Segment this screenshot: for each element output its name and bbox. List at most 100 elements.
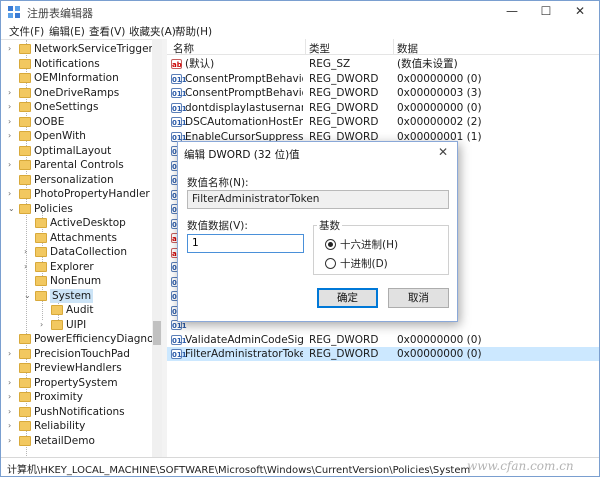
column-divider[interactable] xyxy=(393,39,394,55)
tree-item-label: RetailDemo xyxy=(34,434,95,447)
value-data-input[interactable]: 1 xyxy=(187,234,304,253)
value-data: 0x00000002 (2) xyxy=(397,116,482,128)
expand-arrow-icon[interactable]: › xyxy=(8,42,18,56)
menu-view[interactable]: 查看(V) xyxy=(89,24,125,39)
expand-arrow-icon[interactable]: › xyxy=(8,158,18,172)
expand-arrow-icon[interactable]: › xyxy=(8,129,18,143)
tree-item[interactable]: › UIPI xyxy=(40,318,151,332)
tree-item[interactable]: › PrecisionTouchPad xyxy=(8,347,151,361)
tree-item[interactable]: › OpenWith xyxy=(8,129,151,143)
tree-item[interactable]: Attachments xyxy=(35,231,151,245)
folder-icon xyxy=(19,348,31,359)
expand-arrow-icon[interactable]: › xyxy=(24,260,34,274)
tree-item[interactable]: › OneSettings xyxy=(8,100,151,114)
tree-item-label: Reliability xyxy=(34,420,86,432)
tree-item[interactable]: OptimalLayout xyxy=(19,144,151,158)
tree-item[interactable]: ⌄ System xyxy=(24,288,151,303)
tree-item-label: ActiveDesktop xyxy=(50,217,126,229)
folder-icon xyxy=(51,305,63,315)
window-title: 注册表编辑器 xyxy=(27,7,93,20)
dialog-close-icon[interactable]: ✕ xyxy=(438,145,448,159)
tree-item[interactable]: › RetailDemo xyxy=(8,434,151,448)
tree-item[interactable]: › DataCollection xyxy=(24,245,151,259)
dec-radio-label[interactable]: 十进制(D) xyxy=(340,256,388,271)
minimize-icon[interactable]: — xyxy=(495,1,529,23)
tree-item[interactable]: › PhotoPropertyHandler xyxy=(8,187,151,201)
expand-arrow-icon[interactable]: › xyxy=(40,318,50,332)
value-row[interactable]: ab (默认) REG_SZ (数值未设置) xyxy=(167,57,599,71)
value-row[interactable]: 011DSCAutomationHostEnabled REG_DWORD 0x00… xyxy=(167,115,599,129)
title-bar[interactable]: 注册表编辑器 — ☐ ✕ xyxy=(1,1,599,23)
expand-arrow-icon[interactable]: › xyxy=(8,347,18,361)
folder-icon xyxy=(19,102,31,112)
tree-item[interactable]: › PropertySystem xyxy=(8,376,151,390)
folder-icon xyxy=(51,319,63,330)
ok-button[interactable]: 确定 xyxy=(317,288,378,308)
folder-icon xyxy=(19,363,31,373)
tree-item[interactable]: › Proximity xyxy=(8,390,151,404)
expand-arrow-icon[interactable]: › xyxy=(8,376,18,390)
tree-item[interactable]: › PushNotifications xyxy=(8,405,151,419)
column-data-header[interactable]: 数据 xyxy=(397,41,418,56)
value-row[interactable]: 011 FilterAdministratorToken REG_DWORD 0x00… xyxy=(167,347,599,361)
tree-item[interactable]: › NetworkServiceTriggers xyxy=(8,42,158,56)
expand-arrow-icon[interactable]: › xyxy=(8,390,18,404)
tree-item[interactable]: Audit xyxy=(51,303,151,317)
close-icon[interactable]: ✕ xyxy=(563,1,597,23)
menu-favorites[interactable]: 收藏夹(A) xyxy=(129,24,176,39)
expand-arrow-icon[interactable]: › xyxy=(8,86,18,100)
menu-help[interactable]: 帮助(H) xyxy=(175,24,212,39)
tree-item[interactable]: NonEnum xyxy=(35,274,151,288)
binary-value-icon: 011 xyxy=(171,102,187,113)
tree-item-label: OEMInformation xyxy=(34,72,119,84)
tree-item[interactable]: ⌄ Policies xyxy=(8,202,151,216)
column-divider[interactable] xyxy=(305,39,306,55)
folder-icon xyxy=(35,290,47,301)
collapse-arrow-icon[interactable]: ⌄ xyxy=(8,202,18,216)
tree-item[interactable]: › Reliability xyxy=(8,419,151,433)
value-row[interactable]: 011ConsentPromptBehaviorUser REG_DWORD 0x0… xyxy=(167,86,599,100)
tree-item[interactable]: › OneDriveRamps xyxy=(8,86,151,100)
expand-arrow-icon[interactable]: › xyxy=(8,434,18,448)
cancel-button[interactable]: 取消 xyxy=(388,288,449,308)
folder-icon xyxy=(19,87,31,98)
registry-key-tree[interactable]: › NetworkServiceTriggers Notifications OEMI… xyxy=(1,39,162,457)
value-row[interactable]: 011dontdisplaylastusername REG_DWORD 0x000… xyxy=(167,101,599,115)
column-name-header[interactable]: 名称 xyxy=(173,41,194,56)
value-row[interactable]: 011ConsentPromptBehaviorAdmin REG_DWORD 0x… xyxy=(167,72,599,86)
tree-scrollbar-thumb[interactable] xyxy=(153,321,161,345)
tree-item[interactable]: ActiveDesktop xyxy=(35,216,151,230)
value-type: REG_DWORD xyxy=(309,72,379,85)
folder-icon xyxy=(19,421,31,431)
value-name: dontdisplaylastusername xyxy=(185,101,303,114)
value-name: DSCAutomationHostEnabled xyxy=(185,116,303,128)
maximize-icon[interactable]: ☐ xyxy=(529,1,563,23)
tree-item[interactable]: Personalization xyxy=(19,173,151,187)
collapse-arrow-icon[interactable]: ⌄ xyxy=(24,289,34,303)
tree-item[interactable]: PowerEfficiencyDiagnostics xyxy=(19,332,162,346)
value-name: ConsentPromptBehaviorUser xyxy=(185,87,303,99)
tree-item[interactable]: › OOBE xyxy=(8,115,151,129)
tree-item[interactable]: › Parental Controls xyxy=(8,158,151,172)
tree-item[interactable]: › Explorer xyxy=(24,260,151,274)
hex-radio[interactable] xyxy=(325,239,336,250)
tree-scrollbar[interactable] xyxy=(152,39,162,457)
folder-icon xyxy=(35,261,47,272)
expand-arrow-icon[interactable]: › xyxy=(8,100,18,114)
expand-arrow-icon[interactable]: › xyxy=(8,405,18,419)
column-type-header[interactable]: 类型 xyxy=(309,41,330,56)
tree-item[interactable]: PreviewHandlers xyxy=(19,361,151,375)
expand-arrow-icon[interactable]: › xyxy=(8,187,18,201)
menu-file[interactable]: 文件(F) xyxy=(9,24,44,39)
expand-arrow-icon[interactable]: › xyxy=(24,245,34,259)
expand-arrow-icon[interactable]: › xyxy=(8,115,18,129)
expand-arrow-icon[interactable]: › xyxy=(8,419,18,433)
dec-radio[interactable] xyxy=(325,258,336,269)
value-type: REG_DWORD xyxy=(309,116,379,128)
value-row[interactable]: 011ValidateAdminCodeSignatures REG_DWORD 0… xyxy=(167,333,599,347)
tree-item[interactable]: Notifications xyxy=(19,57,151,71)
registry-editor-window: 注册表编辑器 — ☐ ✕ 文件(F) 编辑(E) 查看(V) 收藏夹(A) 帮助… xyxy=(0,0,600,477)
hex-radio-label[interactable]: 十六进制(H) xyxy=(340,237,398,252)
tree-item[interactable]: OEMInformation xyxy=(19,71,151,85)
menu-edit[interactable]: 编辑(E) xyxy=(49,24,85,39)
